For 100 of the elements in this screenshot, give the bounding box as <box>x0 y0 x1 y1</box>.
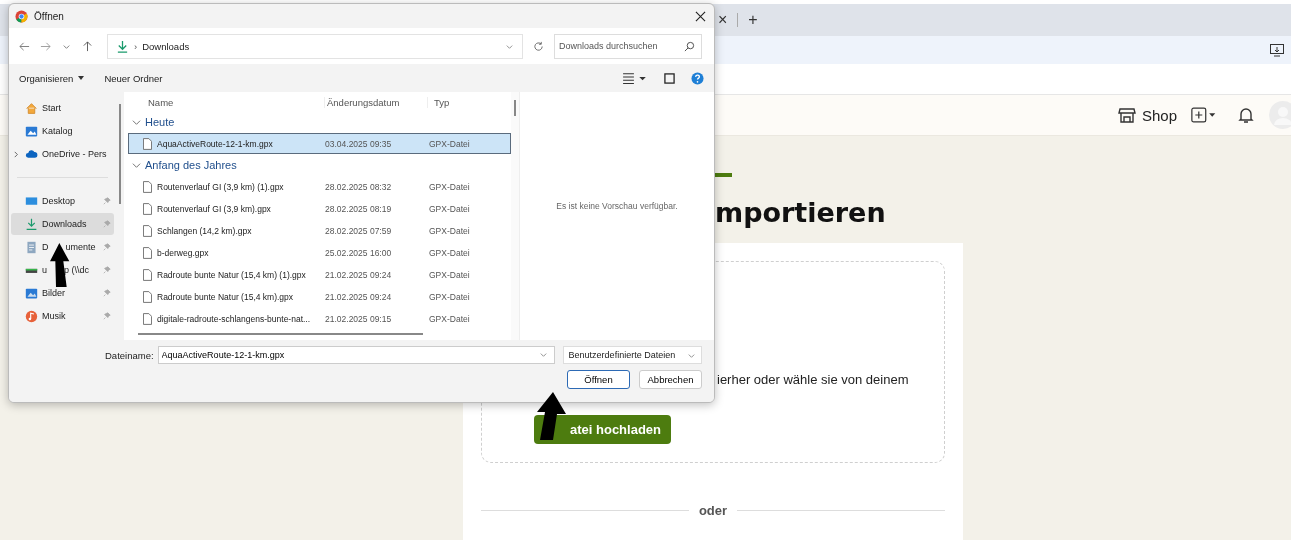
file-date: 21.02.2025 09:24 <box>325 269 393 280</box>
sidebar-label: p (\\dc <box>64 265 90 275</box>
file-row[interactable]: Schlangen (14,2 km).gpx 28.02.2025 07:59 GPX-Datei <box>128 220 511 241</box>
music-icon <box>25 309 38 323</box>
pin-icon[interactable] <box>103 266 111 274</box>
file-icon <box>143 312 152 325</box>
chevron-down-icon[interactable] <box>538 350 548 359</box>
sidebar-label: Katalog <box>42 126 73 136</box>
file-date: 21.02.2025 09:15 <box>325 313 393 324</box>
divider-label: oder <box>698 503 728 518</box>
pin-icon[interactable] <box>103 220 111 228</box>
file-row[interactable]: Routenverlauf GI (3,9 km).gpx 28.02.2025 08:19 GPX-Datei <box>128 198 511 219</box>
file-name: Routenverlauf GI (3,9 km).gpx <box>157 203 271 214</box>
column-header[interactable]: Änderungsdatum <box>324 96 427 108</box>
open-button[interactable]: Öffnen <box>567 370 630 389</box>
search-field[interactable]: Downloads durchsuchen <box>554 33 702 59</box>
breadcrumb-separator: › <box>134 40 138 52</box>
file-row[interactable]: Routenverlauf GI (3,9 km) (1).gpx 28.02.2025 08:32 GPX-Datei <box>128 176 511 197</box>
chevron-right-icon[interactable] <box>12 150 20 158</box>
scrollbar-thumb[interactable] <box>138 333 423 335</box>
file-date: 25.02.2025 16:00 <box>325 247 393 258</box>
up-arrow-icon[interactable] <box>82 40 93 52</box>
sidebar-label: Bilder <box>42 288 65 298</box>
download-icon <box>116 39 129 53</box>
new-tab-button[interactable]: + <box>746 11 760 29</box>
install-app-icon[interactable] <box>1269 42 1285 58</box>
group-header[interactable]: Anfang des Jahres <box>145 159 237 171</box>
view-options-icon[interactable] <box>622 70 648 86</box>
search-icon[interactable] <box>684 41 695 52</box>
back-arrow-icon[interactable] <box>19 40 30 52</box>
sidebar-item[interactable]: D umente <box>11 236 114 258</box>
file-date: 28.02.2025 08:32 <box>325 181 393 192</box>
bell-icon[interactable] <box>1237 106 1255 124</box>
shop-link[interactable]: Shop <box>1141 106 1177 124</box>
sidebar-label: Start <box>42 103 61 113</box>
file-icon <box>143 246 152 259</box>
sidebar-label: Desktop <box>42 196 76 206</box>
toolbar-button[interactable]: Organisieren <box>13 69 91 87</box>
sidebar-item[interactable]: OneDrive - Pers <box>11 143 114 165</box>
preview-pane-icon[interactable] <box>664 72 675 84</box>
pin-icon[interactable] <box>103 243 111 251</box>
file-row[interactable]: Radroute bunte Natur (15,4 km).gpx 21.02.2025 09:24 GPX-Datei <box>128 286 511 307</box>
chevron-down-icon[interactable] <box>132 117 141 127</box>
pin-icon[interactable] <box>103 312 111 320</box>
sidebar-item[interactable]: Downloads <box>11 213 114 235</box>
refresh-icon[interactable] <box>533 40 544 52</box>
file-date: 21.02.2025 09:24 <box>325 291 393 302</box>
file-row[interactable]: b-derweg.gpx 25.02.2025 16:00 GPX-Datei <box>128 242 511 263</box>
preview-message: Es ist keine Vorschau verfügbar. <box>556 201 678 211</box>
file-icon <box>143 202 152 215</box>
toolbar-button[interactable]: Neuer Ordner <box>98 69 169 87</box>
file-icon <box>143 180 152 193</box>
scrollbar-thumb[interactable] <box>119 104 121 204</box>
scrollbar-thumb[interactable] <box>514 100 516 116</box>
file-type: GPX-Datei <box>428 225 470 236</box>
sidebar-item[interactable]: Desktop <box>11 190 114 212</box>
file-type: GPX-Datei <box>428 247 470 258</box>
file-name: Radroute bunte Natur (15,4 km) (1).gpx <box>157 269 306 280</box>
file-row[interactable]: AquaActiveRoute-12-1-km.gpx 03.04.2025 09:35 GPX-Datei <box>128 133 511 154</box>
browser-logo-icon <box>15 9 28 23</box>
file-row[interactable]: digitale-radroute-schlangens-bunte-nat... 21.02.2025 09:15 GPX-Datei <box>128 308 511 329</box>
column-header[interactable]: Typ <box>427 96 450 108</box>
sidebar-label: D <box>42 242 49 252</box>
file-date: 03.04.2025 09:35 <box>325 138 393 149</box>
tab-close-button[interactable]: × <box>716 11 730 29</box>
chevron-down-icon[interactable] <box>132 160 141 170</box>
file-type: GPX-Datei <box>428 291 470 302</box>
home-icon <box>25 101 38 115</box>
filename-field[interactable]: AquaActiveRoute-12-1-km.gpx <box>157 346 555 364</box>
file-name: b-derweg.gpx <box>157 247 209 258</box>
pin-icon[interactable] <box>103 289 111 297</box>
sidebar-label: Downloads <box>42 219 87 229</box>
picture-icon <box>25 286 38 300</box>
file-icon <box>143 224 152 237</box>
file-type-dropdown[interactable]: Benutzerdefinierte Dateien <box>562 346 702 364</box>
sidebar-item[interactable]: Katalog <box>11 120 114 142</box>
cancel-button[interactable]: Abbrechen <box>639 370 702 389</box>
store-icon[interactable] <box>1117 106 1136 124</box>
address-bar[interactable]: › Downloads <box>107 33 523 59</box>
file-icon <box>143 268 152 281</box>
breadcrumb-item[interactable]: Downloads <box>142 40 190 52</box>
add-menu-icon[interactable] <box>1191 107 1217 123</box>
column-header[interactable]: Name <box>128 96 324 108</box>
pin-icon[interactable] <box>103 197 111 205</box>
sidebar-item[interactable]: Musik <box>11 305 114 327</box>
file-row[interactable]: Radroute bunte Natur (15,4 km) (1).gpx 21.02.2025 09:24 GPX-Datei <box>128 264 511 285</box>
group-header[interactable]: Heute <box>145 116 175 128</box>
forward-arrow-icon[interactable] <box>40 40 51 52</box>
help-icon[interactable] <box>691 71 704 85</box>
close-icon[interactable] <box>695 10 706 22</box>
file-name: Routenverlauf GI (3,9 km) (1).gpx <box>157 181 284 192</box>
filename-label: Dateiname: <box>105 349 154 361</box>
file-name: digitale-radroute-schlangens-bunte-nat... <box>157 313 311 324</box>
monitor-icon <box>25 194 38 208</box>
page-heading: mportieren <box>715 197 887 228</box>
upload-button[interactable]: atei hochladen <box>534 415 672 444</box>
sidebar-item[interactable]: Bilder <box>11 282 114 304</box>
sidebar-item[interactable]: Start <box>11 97 114 119</box>
file-date: 28.02.2025 07:59 <box>325 225 393 236</box>
file-icon <box>143 290 152 303</box>
